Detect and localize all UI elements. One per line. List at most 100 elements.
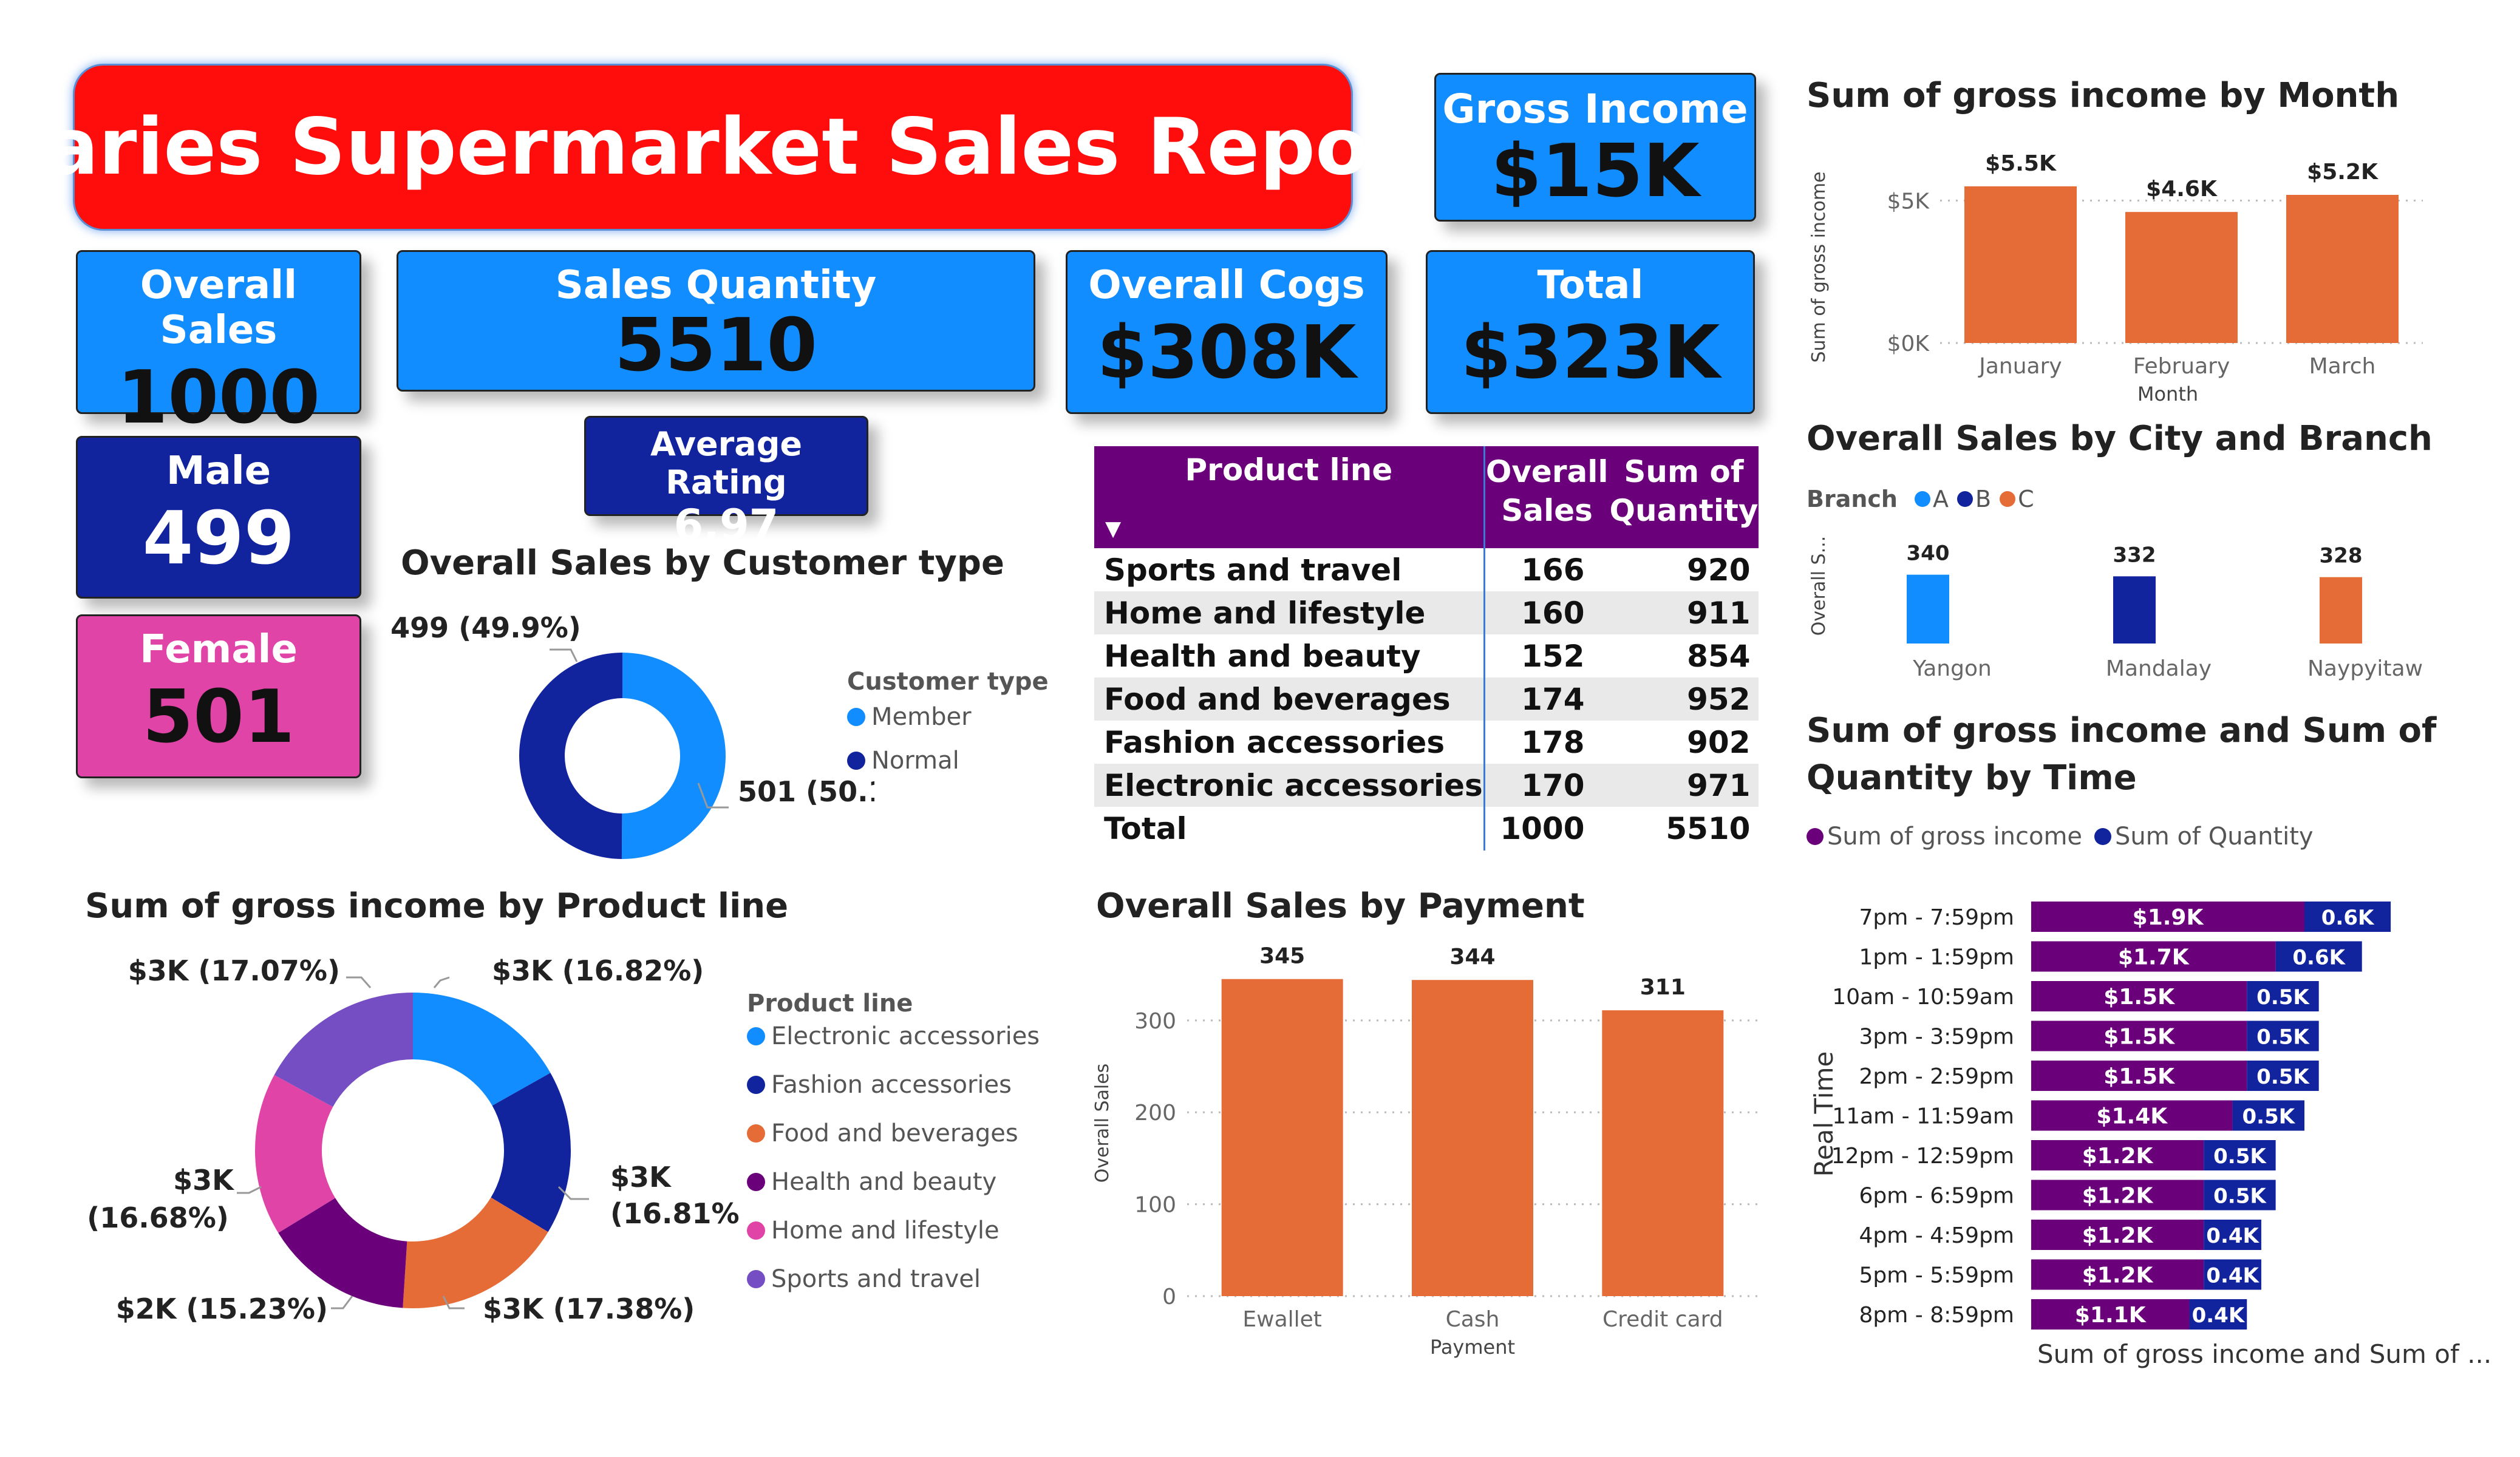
legend-item-food-and-beverages[interactable]: Food and beverages [747, 1119, 1040, 1147]
time-quantity-label: 0.6K [2292, 946, 2346, 970]
branch-dot-b [1956, 491, 1973, 507]
matrix-cell-sales: 160 [1521, 595, 1585, 631]
city-branch-bar-chart: 340 332 328 Yangon Mandalay Naypyitaw Overall … [1808, 536, 2423, 681]
matrix-cell-sales: 178 [1521, 724, 1585, 760]
sort-descending-icon[interactable]: ▼ [1105, 517, 1121, 541]
legend-dot-health-and-beauty [747, 1173, 765, 1191]
customer-type-slice-normal[interactable] [519, 653, 622, 859]
female-value: 501 [142, 675, 295, 759]
time-quantity-label: 0.5K [2213, 1184, 2267, 1209]
average-rating-value: 6.97 [673, 500, 779, 550]
month-bar-january[interactable] [1964, 186, 2077, 343]
time-gross-income-label: $1.5K [2103, 1025, 2175, 1050]
matrix-header-overall-sales[interactable]: Overall Sales [1484, 446, 1609, 548]
legend-label-fashion-accessories: Fashion accessories [771, 1071, 1012, 1099]
matrix-total-sales: 1000 [1500, 811, 1585, 846]
table-row[interactable]: Health and beauty 152 854 [1094, 634, 1759, 678]
legend-label-health-and-beauty: Health and beauty [771, 1168, 997, 1196]
time-category-label: 10am - 10:59am [1832, 985, 2014, 1010]
overall-cogs-label: Overall Cogs [1088, 263, 1365, 308]
gross-income-value: $15K [1491, 129, 1700, 214]
total-value: $323K [1460, 311, 1720, 395]
table-row[interactable]: Electronic accessories 170 971 [1094, 764, 1759, 807]
branch-label-a: A [1932, 486, 1949, 512]
time-legend-label-quantity: Sum of Quantity [2115, 823, 2314, 851]
branch-data-label: 328 [2320, 544, 2363, 568]
branch-bar-a-yangon[interactable] [1907, 574, 1949, 644]
overall-sales-value: 1000 [117, 356, 320, 440]
month-bar-february[interactable] [2125, 212, 2238, 343]
month-bar-march[interactable] [2286, 195, 2399, 343]
time-y-axis-title: Real Time [1809, 1051, 1839, 1177]
payment-bar-credit-card[interactable] [1602, 1010, 1724, 1296]
time-legend-gross-income[interactable]: Sum of gross income [1807, 823, 2082, 851]
branch-legend-b[interactable]: B [1956, 486, 1991, 512]
matrix-cell-sales: 166 [1521, 552, 1585, 588]
branch-data-label: 332 [2113, 543, 2156, 567]
time-quantity-label: 0.5K [2242, 1105, 2296, 1129]
payment-data-label: 344 [1449, 947, 1495, 970]
branch-legend-a[interactable]: A [1914, 486, 1949, 512]
matrix-header-product-line[interactable]: Product line ▼ [1094, 446, 1485, 548]
female-label: Female [140, 627, 298, 672]
legend-item-home-and-lifestyle[interactable]: Home and lifestyle [747, 1217, 1040, 1245]
time-x-axis-title: Sum of gross income and Sum of ... [2037, 1339, 2491, 1369]
time-chart-title-text: Sum of gross income and Sum of Quantity … [1807, 711, 2437, 798]
legend-label-member: Member [871, 703, 972, 731]
table-row[interactable]: Food and beverages 174 952 [1094, 678, 1759, 721]
branch-bar-c-naypyitaw[interactable] [2320, 577, 2362, 644]
city-branch-chart-title: Overall Sales by City and Branch [1807, 419, 2433, 458]
payment-category-label: Credit card [1602, 1307, 1723, 1332]
time-quantity-label: 0.4K [2192, 1303, 2246, 1328]
customer-type-slice-member[interactable] [621, 653, 726, 859]
male-card: Male 499 [76, 436, 361, 599]
table-row[interactable]: Home and lifestyle 160 911 [1094, 591, 1759, 634]
month-chart-title: Sum of gross income by Month [1807, 76, 2400, 115]
time-legend-quantity[interactable]: Sum of Quantity [2094, 823, 2314, 851]
branch-dot-a [1914, 491, 1930, 507]
branch-legend-c[interactable]: C [2000, 486, 2034, 512]
matrix-total-qty: 5510 [1666, 811, 1751, 846]
matrix-cell-qty: 971 [1687, 767, 1751, 803]
product-line-matrix[interactable]: Product line ▼ Overall Sales Sum of Quanti… [1094, 446, 1759, 851]
overall-sales-card: Overall Sales 1000 [76, 250, 361, 440]
city-category-label: Mandalay [2106, 656, 2212, 681]
month-y-axis-title: Sum of gross income [1808, 171, 1830, 362]
payment-bar-cash[interactable] [1412, 980, 1533, 1296]
y-tick-label: 200 [1134, 1101, 1176, 1126]
legend-item-sports-and-travel[interactable]: Sports and travel [747, 1265, 1040, 1293]
legend-item-normal[interactable]: Normal [847, 747, 1049, 775]
legend-label-home-and-lifestyle: Home and lifestyle [771, 1217, 999, 1245]
table-row[interactable]: Fashion accessories 178 902 [1094, 721, 1759, 764]
time-stacked-bar-chart: 7pm - 7:59pm $1.9K 0.6K 1pm - 1:59pm $1.7K 0.… [1809, 902, 2491, 1369]
pl-leader-home [237, 1186, 262, 1194]
city-category-label: Naypyitaw [2307, 656, 2423, 681]
pl-label-fashion-2: (16.81%) [610, 1197, 741, 1230]
payment-bar-ewallet[interactable] [1221, 979, 1343, 1296]
legend-dot-electronic-accessories [747, 1027, 765, 1045]
time-gross-income-label: $1.9K [2133, 905, 2204, 930]
month-data-label: $5.2K [2307, 160, 2379, 185]
total-card: Total $323K [1426, 250, 1755, 414]
y-tick-label: 100 [1134, 1193, 1176, 1218]
time-gross-income-label: $1.2K [2082, 1144, 2154, 1169]
legend-dot-food-and-beverages [747, 1124, 765, 1143]
legend-item-electronic-accessories[interactable]: Electronic accessories [747, 1022, 1040, 1050]
matrix-cell-qty: 920 [1687, 552, 1751, 588]
payment-y-axis-title: Overall Sales [1092, 1064, 1113, 1183]
pl-label-fashion-1: $3K [610, 1161, 672, 1194]
month-category-label: March [2309, 354, 2376, 379]
matrix-cell-product: Sports and travel [1094, 548, 1485, 591]
pl-label-food: $3K (17.38%) [483, 1292, 695, 1325]
pl-label-home-2: (16.68%) [87, 1201, 229, 1234]
legend-item-member[interactable]: Member [847, 703, 1049, 731]
legend-item-fashion-accessories[interactable]: Fashion accessories [747, 1071, 1040, 1099]
pl-leader-sports [346, 976, 372, 988]
legend-item-health-and-beauty[interactable]: Health and beauty [747, 1168, 1040, 1196]
payment-data-label: 345 [1259, 947, 1305, 969]
time-category-label: 3pm - 3:59pm [1859, 1025, 2014, 1050]
branch-bar-b-mandalay[interactable] [2113, 576, 2156, 644]
payment-category-label: Ewallet [1242, 1307, 1322, 1332]
table-row[interactable]: Sports and travel 166 920 [1094, 548, 1759, 591]
matrix-header-sum-of-quantity[interactable]: Sum of Quantity [1609, 446, 1759, 548]
